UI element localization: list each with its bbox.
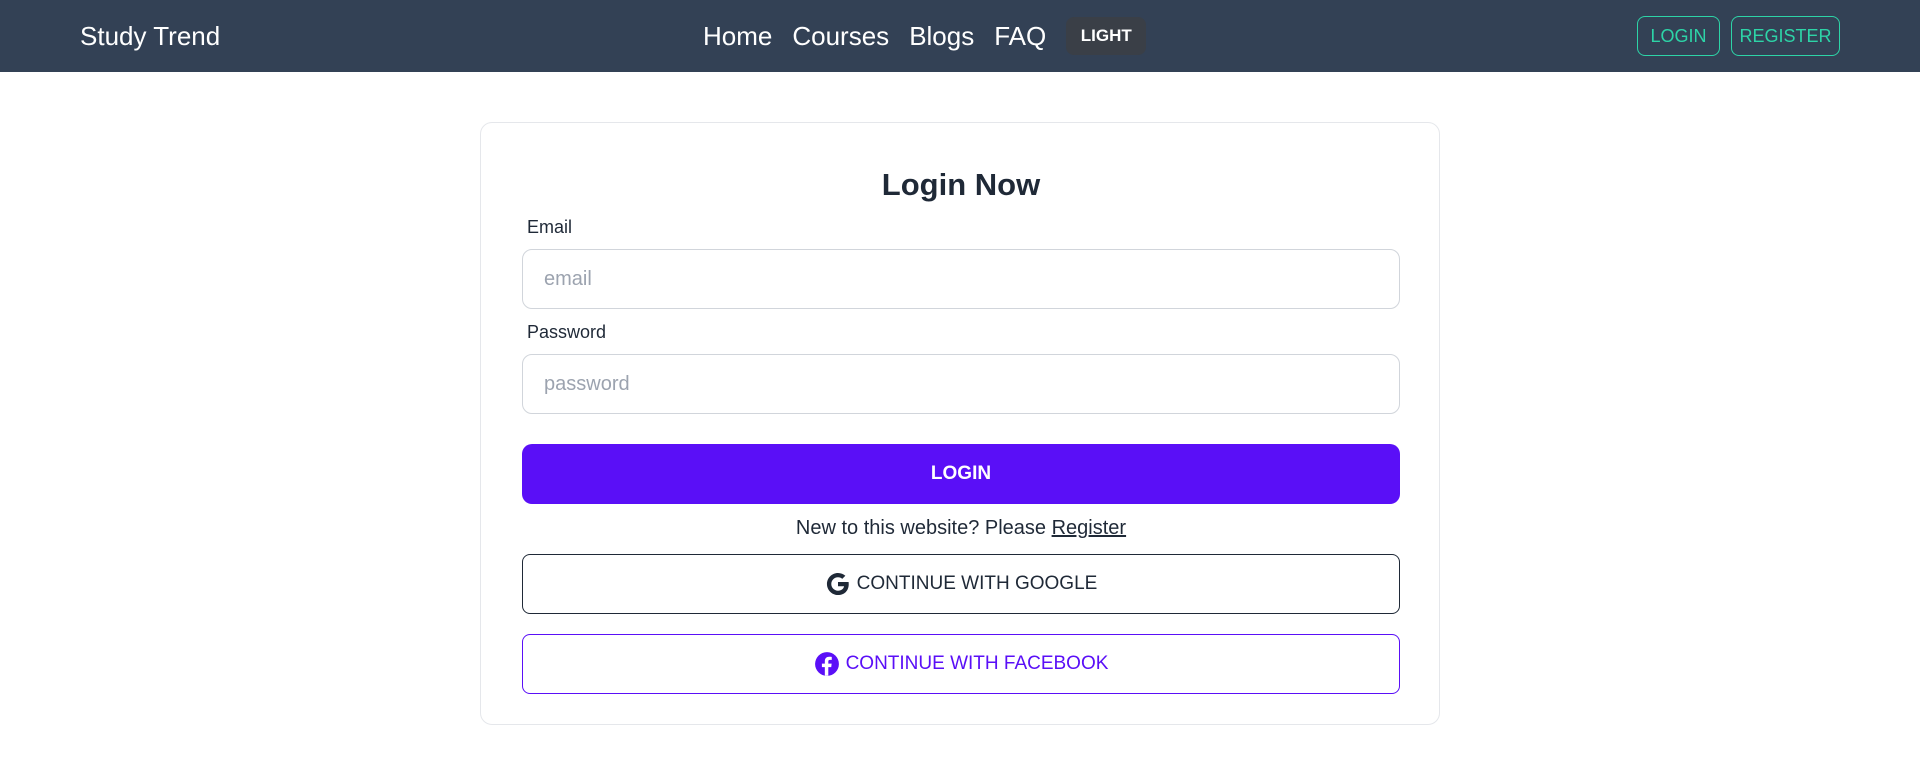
- nav-faq[interactable]: FAQ: [994, 16, 1046, 56]
- brand-logo[interactable]: Study Trend: [80, 20, 220, 52]
- password-field[interactable]: [522, 354, 1400, 414]
- nav-login-button[interactable]: LOGIN: [1637, 16, 1720, 56]
- facebook-icon: [814, 651, 840, 677]
- nav-register-button[interactable]: REGISTER: [1731, 16, 1840, 56]
- login-card: Login Now Email Password LOGIN New to th…: [480, 122, 1440, 725]
- password-label: Password: [527, 322, 607, 342]
- google-icon: [825, 571, 851, 597]
- nav-links: Home Courses Blogs FAQ LIGHT: [703, 16, 1147, 56]
- nav-home[interactable]: Home: [703, 16, 772, 56]
- facebook-label: CONTINUE WITH FACEBOOK: [845, 653, 1109, 674]
- login-button[interactable]: LOGIN: [522, 444, 1400, 504]
- signup-prompt-text: New to this website? Please: [795, 517, 1052, 539]
- email-label: Email: [527, 217, 573, 237]
- register-link[interactable]: Register: [1052, 517, 1126, 539]
- theme-toggle-button[interactable]: LIGHT: [1066, 17, 1147, 55]
- page-title: Login Now: [881, 167, 1041, 202]
- navbar: Study Trend Home Courses Blogs FAQ LIGHT…: [0, 0, 1920, 72]
- nav-blogs[interactable]: Blogs: [909, 16, 974, 56]
- google-login-button[interactable]: CONTINUE WITH GOOGLE: [522, 554, 1400, 614]
- facebook-login-button[interactable]: CONTINUE WITH FACEBOOK: [522, 634, 1400, 694]
- email-field[interactable]: [522, 249, 1400, 309]
- signup-prompt: New to this website? Please Register: [481, 517, 1441, 540]
- nav-courses[interactable]: Courses: [792, 16, 889, 56]
- google-label: CONTINUE WITH GOOGLE: [856, 573, 1098, 594]
